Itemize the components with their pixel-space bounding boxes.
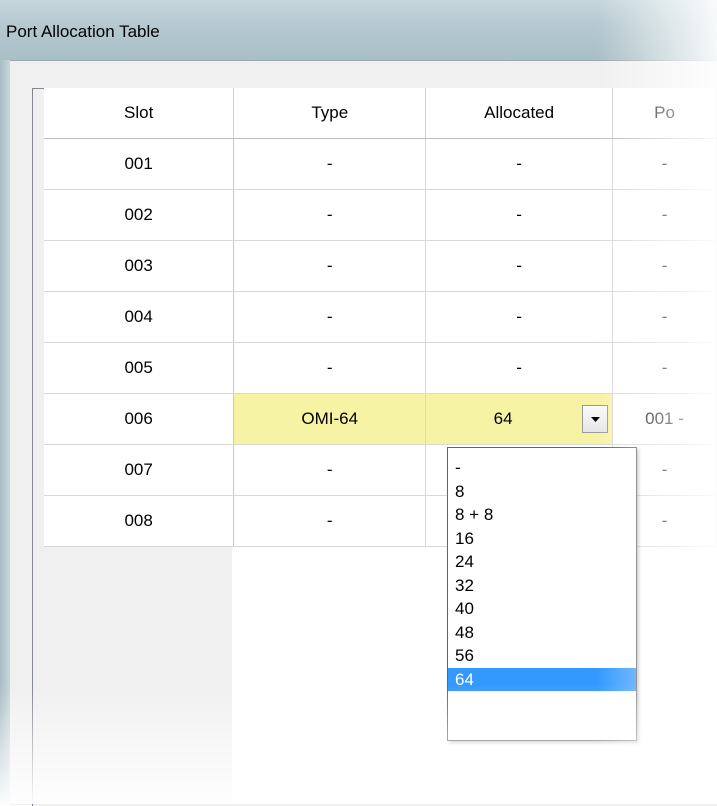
type-cell[interactable]: - <box>233 495 427 547</box>
ports-cell: - <box>612 240 717 292</box>
chevron-down-icon <box>590 416 600 422</box>
dropdown-option[interactable]: 56 <box>448 644 636 668</box>
slot-cell: 001 <box>44 138 235 190</box>
type-cell[interactable]: - <box>233 291 427 343</box>
ports-cell: 001 - <box>612 393 717 445</box>
type-cell[interactable]: - <box>233 138 427 190</box>
dropdown-option[interactable]: 32 <box>448 574 636 598</box>
dropdown-option[interactable]: - <box>448 456 636 480</box>
slot-cell: 003 <box>44 240 235 292</box>
slot-cell: 005 <box>44 342 235 394</box>
slot-cell: 004 <box>44 291 235 343</box>
type-cell[interactable]: - <box>233 342 427 394</box>
ports-cell: - <box>612 138 717 190</box>
title-bar[interactable]: Port Allocation Table <box>0 0 717 60</box>
column-header-ports[interactable]: Po <box>612 88 717 139</box>
dropdown-option[interactable]: 40 <box>448 597 636 621</box>
type-cell[interactable]: - <box>233 240 427 292</box>
table-row[interactable]: 003 - - - <box>44 240 717 292</box>
slot-cell: 007 <box>44 444 235 496</box>
ports-cell: - <box>612 291 717 343</box>
combo-dropdown-button[interactable] <box>582 405 609 433</box>
window-border <box>0 60 10 804</box>
dropdown-option[interactable]: 24 <box>448 550 636 574</box>
allocated-cell[interactable]: - <box>425 291 614 343</box>
table-row-selected[interactable]: 006 OMI-64 64 001 - <box>44 393 717 445</box>
dropdown-option[interactable]: 8 + 8 <box>448 503 636 527</box>
type-cell-selected[interactable]: OMI-64 <box>233 393 427 445</box>
allocated-cell[interactable]: - <box>425 240 614 292</box>
allocated-cell[interactable]: - <box>425 138 614 190</box>
allocated-dropdown-list[interactable]: - 8 8 + 8 16 24 32 40 48 56 64 <box>447 447 637 741</box>
dropdown-option[interactable]: 16 <box>448 527 636 551</box>
table-row[interactable]: 002 - - - <box>44 189 717 241</box>
window-title: Port Allocation Table <box>6 22 160 41</box>
header-row: Slot Type Allocated Po <box>44 88 717 139</box>
port-allocation-window: Port Allocation Table Slot Type Allocate… <box>0 0 717 806</box>
allocated-combo-cell[interactable]: 64 <box>425 393 614 445</box>
allocated-combo-value: 64 <box>493 409 513 428</box>
dropdown-option-selected[interactable]: 64 <box>448 667 636 691</box>
allocated-cell[interactable]: - <box>425 342 614 394</box>
table-row[interactable]: 005 - - - <box>44 342 717 394</box>
column-header-slot[interactable]: Slot <box>44 88 235 139</box>
table-row[interactable]: 001 - - - <box>44 138 717 190</box>
allocated-cell[interactable]: - <box>425 189 614 241</box>
slot-cell: 006 <box>44 393 235 445</box>
table-row[interactable]: 004 - - - <box>44 291 717 343</box>
ports-cell: - <box>612 342 717 394</box>
ports-cell: - <box>612 189 717 241</box>
type-cell[interactable]: - <box>233 189 427 241</box>
slot-cell: 008 <box>44 495 235 547</box>
column-header-allocated[interactable]: Allocated <box>425 88 614 139</box>
type-cell[interactable]: - <box>233 444 427 496</box>
column-header-type[interactable]: Type <box>233 88 427 139</box>
dropdown-option[interactable]: 8 <box>448 480 636 504</box>
slot-cell: 002 <box>44 189 235 241</box>
dropdown-option[interactable]: 48 <box>448 621 636 645</box>
